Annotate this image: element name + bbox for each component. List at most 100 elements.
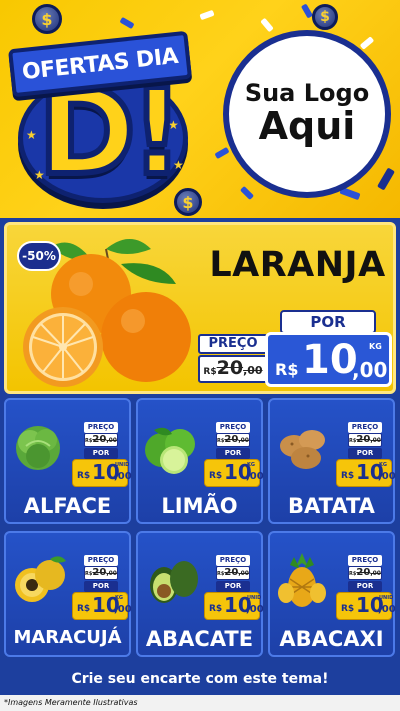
old-price-cents: ,00 [238, 437, 249, 444]
price-unit: KG [115, 595, 123, 601]
card-price-label: PREÇO [216, 555, 250, 566]
header-banner: $ $ $ ★ ★ ★ ★ D! OFERTAS DIA Sua Logo Aq… [0, 0, 400, 218]
price-unit: UNID [379, 595, 394, 601]
card-price-label: PREÇO [216, 422, 250, 433]
product-card[interactable]: PREÇO R$ 20,00 POR R$ 10,00 UNID ALFACE [4, 398, 132, 524]
card-por-label: POR [348, 448, 382, 459]
old-price-integer: 20 [356, 567, 371, 578]
card-new-price: R$ 10,00 UNID [204, 592, 264, 620]
price-unit: UNID [247, 595, 262, 601]
confetti [214, 146, 230, 160]
old-price-currency: R$ [217, 438, 225, 444]
confetti [260, 17, 274, 33]
product-name: ABACAXI [279, 627, 384, 651]
new-price-cents: ,00 [378, 471, 396, 482]
old-price-cents: ,00 [370, 437, 381, 444]
product-card[interactable]: PREÇO R$ 20,00 POR R$ 10,00 KG MARACUJÁ [4, 531, 132, 657]
new-price-cents: ,00 [114, 604, 132, 615]
logo-placeholder[interactable]: Sua Logo Aqui [223, 30, 391, 198]
product-card[interactable]: PREÇO R$ 20,00 POR R$ 10,00 UNID ABACAXI [268, 531, 396, 657]
card-new-price: R$ 10,00 KG [336, 459, 396, 487]
card-old-price: R$ 20,00 [216, 566, 250, 580]
logo-text-line2: Aqui [258, 104, 356, 149]
old-price-integer: 20 [92, 567, 107, 578]
potato-icon [280, 430, 325, 469]
card-price-label: PREÇO [84, 555, 118, 566]
card-price-label: PREÇO [84, 422, 118, 433]
old-price-currency: R$ [85, 571, 93, 577]
card-old-price: R$ 20,00 [84, 566, 118, 580]
new-price-cents: ,00 [246, 604, 264, 615]
card-por-label: POR [84, 581, 118, 592]
confetti [239, 185, 255, 201]
product-name: LIMÃO [161, 494, 238, 518]
new-price-integer: 10 [302, 337, 358, 383]
old-price-currency: R$ [203, 367, 217, 377]
logo-text-line1: Sua Logo [244, 78, 370, 107]
product-name: ABACATE [145, 627, 254, 651]
call-to-action[interactable]: Crie seu encarte com este tema! [4, 665, 396, 693]
old-price-currency: R$ [349, 571, 357, 577]
product-name: BATATA [288, 494, 375, 518]
old-price-currency: R$ [85, 438, 93, 444]
product-card[interactable]: PREÇO R$ 20,00 POR R$ 10,00 KG LIMÃO [136, 398, 264, 524]
disclaimer: *Imagens Meramente Ilustrativas [0, 695, 400, 711]
old-price-cents: ,00 [106, 437, 117, 444]
featured-old-price: R$ 20 ,00 [198, 355, 268, 383]
price-unit: KG [369, 342, 382, 351]
featured-new-price: R$ 10 ,00 KG [265, 332, 392, 387]
featured-por-label: POR [280, 310, 376, 334]
new-price-currency: R$ [341, 604, 355, 614]
new-price-cents: ,00 [114, 471, 132, 482]
card-new-price: R$ 10,00 UNID [336, 592, 396, 620]
old-price-integer: 20 [224, 567, 239, 578]
old-price-cents: ,00 [238, 570, 249, 577]
star-icon: ★ [26, 128, 37, 142]
old-price-cents: ,00 [106, 570, 117, 577]
new-price-cents: ,00 [378, 604, 396, 615]
card-por-label: POR [84, 448, 118, 459]
old-price-cents: ,00 [243, 364, 263, 377]
lime-icon [145, 427, 195, 474]
flyer: $ $ $ ★ ★ ★ ★ D! OFERTAS DIA Sua Logo Aq… [0, 0, 400, 711]
confetti [199, 9, 215, 21]
confetti [377, 167, 395, 191]
discount-badge: -50% [17, 241, 61, 271]
passion-fruit-icon [15, 556, 66, 602]
card-por-label: POR [216, 581, 250, 592]
featured-price-label: PREÇO [198, 334, 268, 354]
new-price-currency: R$ [209, 471, 223, 481]
card-old-price: R$ 20,00 [216, 433, 250, 447]
old-price-currency: R$ [349, 438, 357, 444]
price-unit: KG [247, 462, 255, 468]
product-name: MARACUJÁ [13, 627, 122, 648]
old-price-integer: 20 [92, 434, 107, 445]
card-price-label: PREÇO [348, 555, 382, 566]
card-por-label: POR [216, 448, 250, 459]
card-old-price: R$ 20,00 [348, 433, 382, 447]
card-new-price: R$ 10,00 KG [72, 592, 132, 620]
card-por-label: POR [348, 581, 382, 592]
campaign-badge: ★ ★ ★ ★ D! OFERTAS DIA [7, 18, 198, 208]
new-price-currency: R$ [275, 360, 299, 379]
lettuce-icon [16, 426, 60, 470]
old-price-integer: 20 [216, 357, 244, 379]
card-price-label: PREÇO [348, 422, 382, 433]
old-price-currency: R$ [217, 571, 225, 577]
avocado-icon [150, 561, 198, 603]
old-price-integer: 20 [224, 434, 239, 445]
card-old-price: R$ 20,00 [348, 566, 382, 580]
new-price-currency: R$ [77, 471, 91, 481]
product-name: ALFACE [23, 494, 112, 518]
product-card[interactable]: PREÇO R$ 20,00 POR R$ 10,00 KG BATATA [268, 398, 396, 524]
product-card[interactable]: PREÇO R$ 20,00 POR R$ 10,00 UNID ABACATE [136, 531, 264, 657]
new-price-cents: ,00 [352, 358, 388, 382]
card-old-price: R$ 20,00 [84, 433, 118, 447]
old-price-integer: 20 [356, 434, 371, 445]
new-price-cents: ,00 [246, 471, 264, 482]
price-unit: UNID [115, 462, 130, 468]
coin-icon: $ [312, 4, 338, 30]
old-price-cents: ,00 [370, 570, 381, 577]
card-new-price: R$ 10,00 UNID [72, 459, 132, 487]
pineapple-icon [278, 553, 326, 607]
